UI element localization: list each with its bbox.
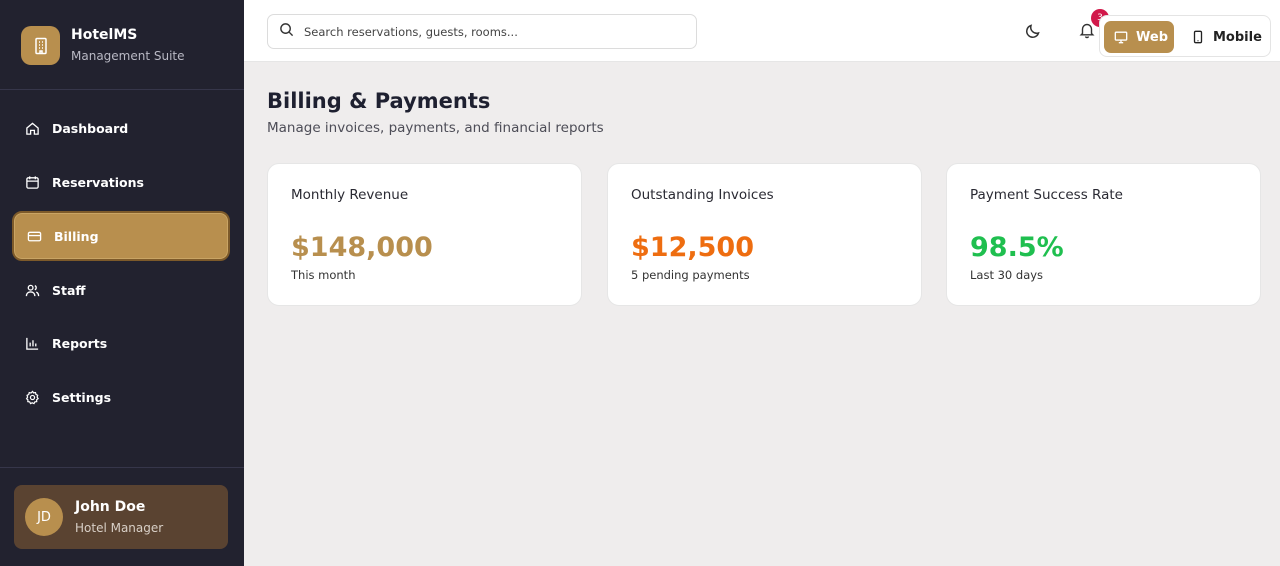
- sidebar-item-reservations[interactable]: Reservations: [12, 157, 230, 207]
- stat-card-note: This month: [291, 268, 356, 282]
- web-mode-button[interactable]: Web: [1104, 21, 1174, 53]
- brand: HotelMS Management Suite: [0, 0, 244, 90]
- monitor-icon: [1114, 31, 1128, 44]
- sidebar-item-label: Dashboard: [52, 120, 129, 136]
- sidebar: HotelMS Management Suite Dashboard Reser…: [0, 0, 244, 566]
- brand-title: HotelMS: [71, 27, 138, 43]
- stat-card-title: Payment Success Rate: [970, 187, 1123, 203]
- sidebar-item-billing[interactable]: Billing: [12, 211, 230, 261]
- sidebar-item-reports[interactable]: Reports: [12, 318, 230, 368]
- hotel-building-icon: [21, 26, 60, 65]
- sidebar-item-label: Reservations: [52, 174, 144, 190]
- home-icon: [25, 121, 40, 136]
- stat-card-payment-success-rate: Payment Success Rate 98.5% Last 30 days: [946, 163, 1261, 306]
- page-subtitle: Manage invoices, payments, and financial…: [267, 120, 604, 136]
- view-mode-toggle: Web Mobile: [1099, 15, 1271, 57]
- dark-mode-icon[interactable]: [1024, 22, 1042, 40]
- user-name: John Doe: [75, 499, 146, 515]
- smartphone-icon: [1193, 30, 1203, 44]
- users-icon: [25, 283, 40, 298]
- brand-subtitle: Management Suite: [71, 49, 185, 63]
- stat-card-title: Outstanding Invoices: [631, 187, 774, 203]
- stat-card-note: 5 pending payments: [631, 268, 750, 282]
- page-title: Billing & Payments: [267, 89, 491, 113]
- gear-icon: [25, 389, 40, 405]
- bar-chart-icon: [25, 336, 40, 351]
- sidebar-item-staff[interactable]: Staff: [12, 265, 230, 315]
- user-role: Hotel Manager: [75, 521, 164, 535]
- stat-card-outstanding-invoices: Outstanding Invoices $12,500 5 pending p…: [607, 163, 922, 306]
- sidebar-item-settings[interactable]: Settings: [12, 372, 230, 422]
- sidebar-item-label: Settings: [52, 389, 112, 405]
- sidebar-item-label: Billing: [54, 228, 99, 244]
- stat-card-note: Last 30 days: [970, 268, 1044, 282]
- user-profile-card[interactable]: JD John Doe Hotel Manager: [14, 485, 228, 549]
- sidebar-item-label: Reports: [52, 335, 108, 351]
- stat-card-value: 98.5%: [970, 232, 1064, 263]
- search-input[interactable]: [304, 24, 684, 39]
- stat-card-title: Monthly Revenue: [291, 187, 409, 203]
- topbar: 3 Web Mobile: [244, 0, 1280, 62]
- calendar-icon: [25, 175, 40, 190]
- stat-card-monthly-revenue: Monthly Revenue $148,000 This month: [267, 163, 582, 306]
- mobile-mode-label: Mobile: [1213, 29, 1262, 45]
- avatar: JD: [25, 498, 63, 536]
- stat-card-value: $148,000: [291, 232, 433, 263]
- stat-card-value: $12,500: [631, 232, 754, 263]
- sidebar-item-label: Staff: [52, 282, 86, 298]
- mobile-mode-button[interactable]: Mobile: [1188, 21, 1268, 53]
- search-icon: [279, 22, 294, 41]
- web-mode-label: Web: [1136, 29, 1168, 45]
- search-box[interactable]: [267, 14, 697, 49]
- sidebar-footer: JD John Doe Hotel Manager: [0, 467, 244, 566]
- sidebar-item-dashboard[interactable]: Dashboard: [12, 103, 230, 153]
- credit-card-icon: [27, 229, 42, 244]
